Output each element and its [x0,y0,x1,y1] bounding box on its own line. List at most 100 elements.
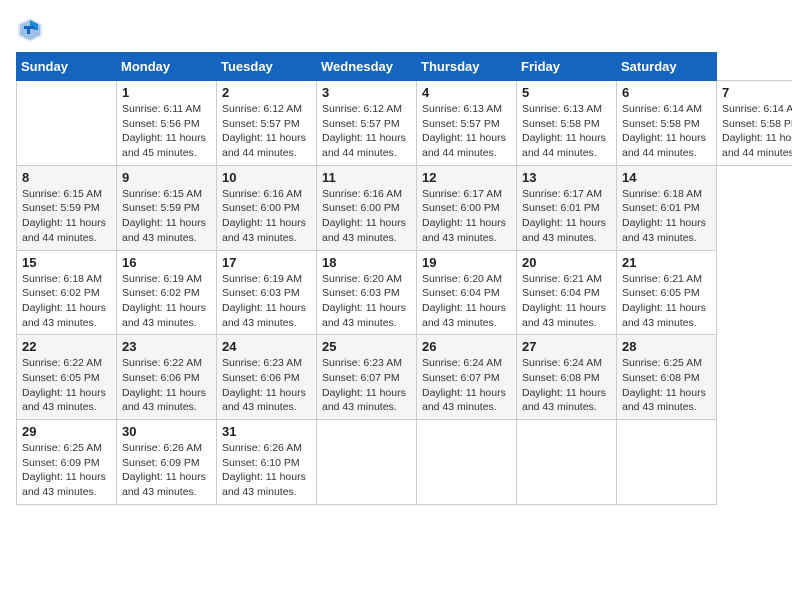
calendar-day-header: Friday [517,53,617,81]
day-number: 15 [22,255,111,270]
calendar-cell: 19Sunrise: 6:20 AMSunset: 6:04 PMDayligh… [417,250,517,335]
calendar-cell: 16 Sunrise: 6:19 AMSunset: 6:02 PMDayligh… [117,250,217,335]
calendar-cell [417,420,517,505]
calendar-cell: 14 Sunrise: 6:18 AMSunset: 6:01 PMDayligh… [617,165,717,250]
day-info: Sunrise: 6:14 AMSunset: 5:58 PMDaylight:… [722,102,792,161]
calendar-cell: 15 Sunrise: 6:18 AMSunset: 6:02 PMDayligh… [17,250,117,335]
day-info: Sunrise: 6:14 AMSunset: 5:58 PMDaylight:… [622,102,711,161]
day-info: Sunrise: 6:24 AMSunset: 6:08 PMDaylight:… [522,356,611,415]
day-number: 31 [222,424,311,439]
logo-icon [16,16,44,44]
day-info: Sunrise: 6:25 AMSunset: 6:08 PMDaylight:… [622,356,711,415]
day-info: Sunrise: 6:23 AMSunset: 6:06 PMDaylight:… [222,356,311,415]
day-number: 28 [622,339,711,354]
day-number: 8 [22,170,111,185]
calendar-cell: 23 Sunrise: 6:22 AMSunset: 6:06 PMDayligh… [117,335,217,420]
day-info: Sunrise: 6:18 AMSunset: 6:02 PMDaylight:… [22,272,111,331]
day-info: Sunrise: 6:26 AMSunset: 6:10 PMDaylight:… [222,441,311,500]
day-info: Sunrise: 6:19 AMSunset: 6:03 PMDaylight:… [222,272,311,331]
calendar-cell: 27 Sunrise: 6:24 AMSunset: 6:08 PMDayligh… [517,335,617,420]
day-info: Sunrise: 6:17 AMSunset: 6:01 PMDaylight:… [522,187,611,246]
day-number: 4 [422,85,511,100]
day-number: 13 [522,170,611,185]
calendar-cell: 5Sunrise: 6:13 AMSunset: 5:58 PMDaylight… [517,81,617,166]
calendar-day-header: Sunday [17,53,117,81]
calendar-week-row: 8 Sunrise: 6:15 AMSunset: 5:59 PMDaylight… [17,165,792,250]
page-header [16,16,776,44]
day-info: Sunrise: 6:12 AMSunset: 5:57 PMDaylight:… [322,102,411,161]
calendar-week-row: 1 Sunrise: 6:11 AMSunset: 5:56 PMDaylight… [17,81,792,166]
day-info: Sunrise: 6:11 AMSunset: 5:56 PMDaylight:… [122,102,211,161]
day-info: Sunrise: 6:13 AMSunset: 5:57 PMDaylight:… [422,102,511,161]
day-number: 1 [122,85,211,100]
day-info: Sunrise: 6:17 AMSunset: 6:00 PMDaylight:… [422,187,511,246]
day-number: 16 [122,255,211,270]
calendar-cell: 13 Sunrise: 6:17 AMSunset: 6:01 PMDayligh… [517,165,617,250]
calendar-week-row: 15 Sunrise: 6:18 AMSunset: 6:02 PMDayligh… [17,250,792,335]
calendar-cell: 8 Sunrise: 6:15 AMSunset: 5:59 PMDaylight… [17,165,117,250]
day-number: 20 [522,255,611,270]
day-number: 25 [322,339,411,354]
day-info: Sunrise: 6:24 AMSunset: 6:07 PMDaylight:… [422,356,511,415]
calendar-cell: 22Sunrise: 6:22 AMSunset: 6:05 PMDayligh… [17,335,117,420]
day-info: Sunrise: 6:20 AMSunset: 6:03 PMDaylight:… [322,272,411,331]
day-info: Sunrise: 6:19 AMSunset: 6:02 PMDaylight:… [122,272,211,331]
calendar-cell: 3 Sunrise: 6:12 AMSunset: 5:57 PMDaylight… [317,81,417,166]
day-number: 14 [622,170,711,185]
calendar-cell: 20 Sunrise: 6:21 AMSunset: 6:04 PMDayligh… [517,250,617,335]
calendar-cell: 9 Sunrise: 6:15 AMSunset: 5:59 PMDaylight… [117,165,217,250]
calendar-cell [17,81,117,166]
day-number: 23 [122,339,211,354]
calendar-cell: 11 Sunrise: 6:16 AMSunset: 6:00 PMDayligh… [317,165,417,250]
day-number: 3 [322,85,411,100]
day-info: Sunrise: 6:15 AMSunset: 5:59 PMDaylight:… [22,187,111,246]
day-info: Sunrise: 6:12 AMSunset: 5:57 PMDaylight:… [222,102,311,161]
calendar-cell: 21Sunrise: 6:21 AMSunset: 6:05 PMDayligh… [617,250,717,335]
day-number: 29 [22,424,111,439]
calendar-day-header: Monday [117,53,217,81]
day-number: 2 [222,85,311,100]
day-info: Sunrise: 6:21 AMSunset: 6:04 PMDaylight:… [522,272,611,331]
calendar-cell: 18 Sunrise: 6:20 AMSunset: 6:03 PMDayligh… [317,250,417,335]
day-info: Sunrise: 6:16 AMSunset: 6:00 PMDaylight:… [322,187,411,246]
day-info: Sunrise: 6:22 AMSunset: 6:06 PMDaylight:… [122,356,211,415]
day-number: 6 [622,85,711,100]
day-number: 18 [322,255,411,270]
calendar-cell: 24Sunrise: 6:23 AMSunset: 6:06 PMDayligh… [217,335,317,420]
calendar-cell: 4 Sunrise: 6:13 AMSunset: 5:57 PMDaylight… [417,81,517,166]
calendar-day-header: Tuesday [217,53,317,81]
calendar-cell: 2 Sunrise: 6:12 AMSunset: 5:57 PMDaylight… [217,81,317,166]
calendar-cell: 29 Sunrise: 6:25 AMSunset: 6:09 PMDayligh… [17,420,117,505]
logo [16,16,48,44]
day-number: 5 [522,85,611,100]
day-number: 30 [122,424,211,439]
calendar-cell [317,420,417,505]
day-number: 26 [422,339,511,354]
calendar-day-header: Wednesday [317,53,417,81]
calendar-cell: 26 Sunrise: 6:24 AMSunset: 6:07 PMDayligh… [417,335,517,420]
calendar-cell: 31 Sunrise: 6:26 AMSunset: 6:10 PMDayligh… [217,420,317,505]
day-number: 9 [122,170,211,185]
day-info: Sunrise: 6:25 AMSunset: 6:09 PMDaylight:… [22,441,111,500]
day-number: 11 [322,170,411,185]
calendar-header-row: SundayMondayTuesdayWednesdayThursdayFrid… [17,53,792,81]
day-number: 7 [722,85,792,100]
day-info: Sunrise: 6:23 AMSunset: 6:07 PMDaylight:… [322,356,411,415]
day-info: Sunrise: 6:18 AMSunset: 6:01 PMDaylight:… [622,187,711,246]
calendar-day-header: Saturday [617,53,717,81]
calendar-cell [617,420,717,505]
day-number: 27 [522,339,611,354]
calendar-cell: 25 Sunrise: 6:23 AMSunset: 6:07 PMDayligh… [317,335,417,420]
calendar-week-row: 22Sunrise: 6:22 AMSunset: 6:05 PMDayligh… [17,335,792,420]
calendar-cell: 28 Sunrise: 6:25 AMSunset: 6:08 PMDayligh… [617,335,717,420]
calendar-cell: 6 Sunrise: 6:14 AMSunset: 5:58 PMDaylight… [617,81,717,166]
day-number: 17 [222,255,311,270]
calendar-cell: 17 Sunrise: 6:19 AMSunset: 6:03 PMDayligh… [217,250,317,335]
calendar-cell [517,420,617,505]
calendar-cell: 10Sunrise: 6:16 AMSunset: 6:00 PMDayligh… [217,165,317,250]
day-number: 21 [622,255,711,270]
day-info: Sunrise: 6:26 AMSunset: 6:09 PMDaylight:… [122,441,211,500]
day-info: Sunrise: 6:22 AMSunset: 6:05 PMDaylight:… [22,356,111,415]
day-info: Sunrise: 6:15 AMSunset: 5:59 PMDaylight:… [122,187,211,246]
day-number: 10 [222,170,311,185]
